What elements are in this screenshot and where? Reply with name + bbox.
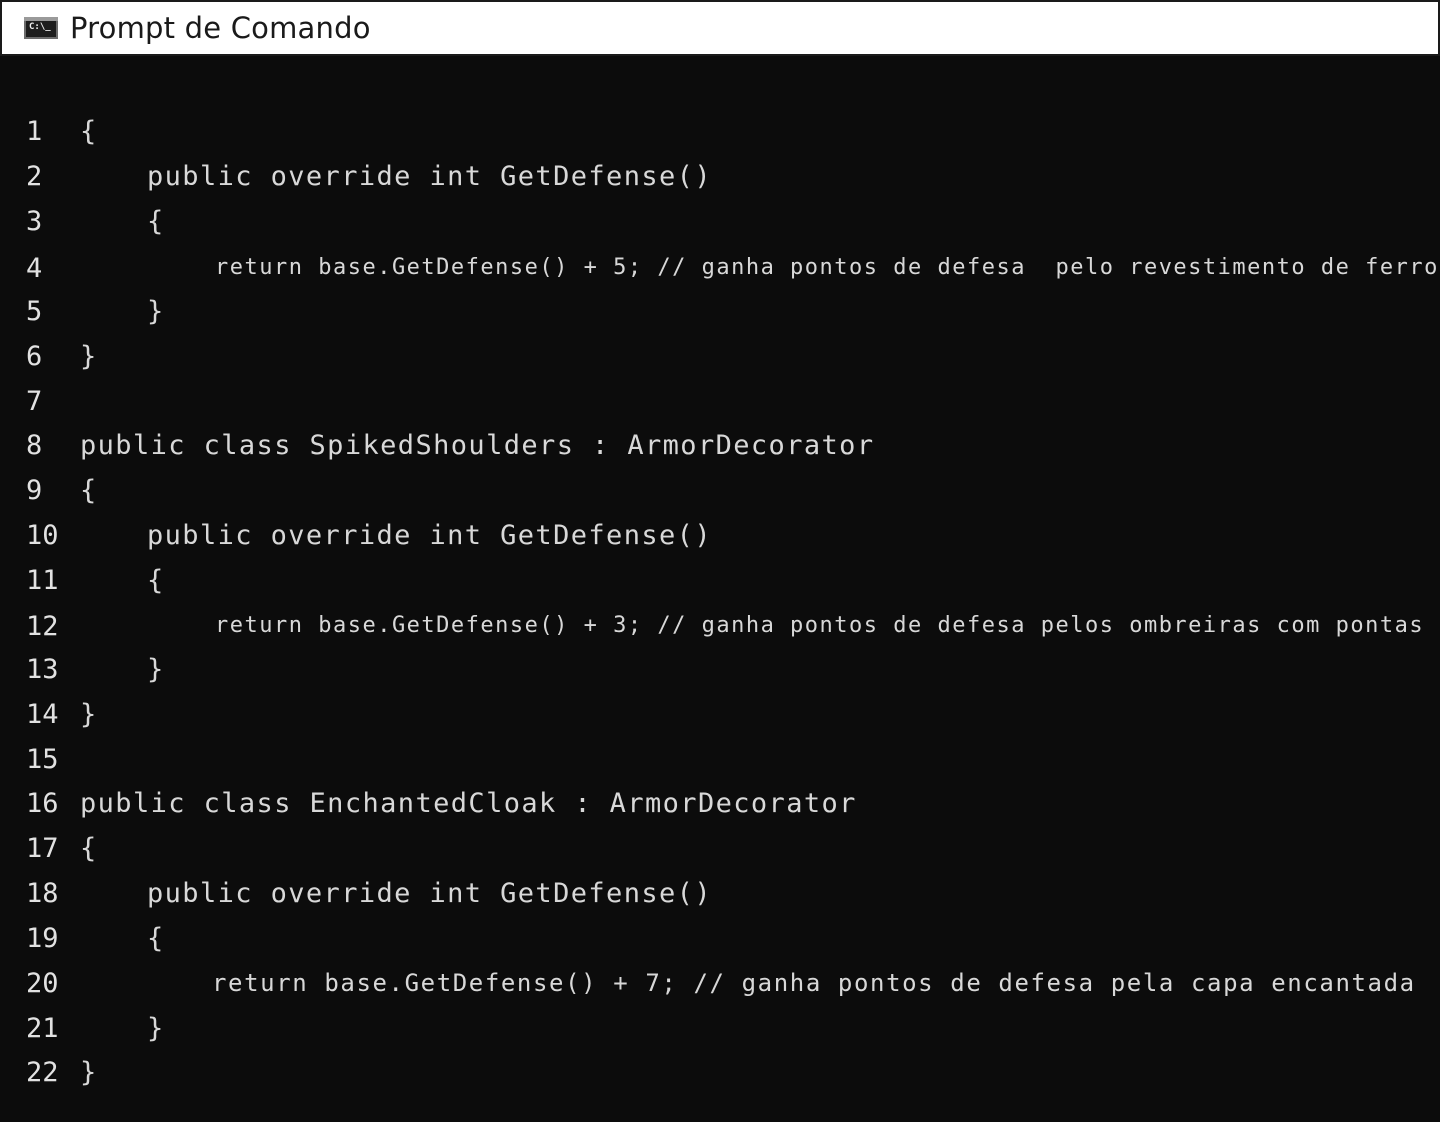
line-number: 14 (26, 699, 59, 730)
code-line: 19 { (0, 923, 1440, 967)
line-number: 6 (26, 341, 43, 372)
code-area[interactable]: 1 { 2 public override int GetDefense() 3… (0, 56, 1440, 1122)
title-bar[interactable]: C:\_ Prompt de Comando (0, 0, 1440, 56)
line-number: 3 (26, 206, 43, 237)
code-line: 18 public override int GetDefense() (0, 878, 1440, 922)
line-number: 19 (26, 923, 59, 954)
code-text: } (147, 654, 165, 685)
code-line: 14 } (0, 699, 1440, 743)
code-text: public class EnchantedCloak : ArmorDecor… (80, 788, 857, 819)
code-line: 7 (0, 386, 1440, 430)
code-line: 1 { (0, 116, 1440, 160)
code-line: 6 } (0, 341, 1440, 385)
line-number: 22 (26, 1057, 59, 1088)
code-line: 2 public override int GetDefense() (0, 161, 1440, 205)
line-number: 7 (26, 386, 43, 417)
line-number: 21 (26, 1013, 59, 1044)
code-text: } (80, 341, 98, 372)
code-text: { (80, 475, 98, 506)
code-text: return base.GetDefense() + 7; // ganha p… (212, 969, 1416, 997)
line-number: 17 (26, 833, 59, 864)
code-text: { (147, 206, 165, 237)
line-number: 16 (26, 788, 59, 819)
code-text: } (147, 296, 165, 327)
code-line: 15 (0, 744, 1440, 788)
code-line: 12 return base.GetDefense() + 3; // ganh… (0, 611, 1440, 655)
code-text: return base.GetDefense() + 3; // ganha p… (215, 613, 1425, 638)
code-text: { (147, 923, 165, 954)
code-text: } (80, 699, 98, 730)
terminal-icon: C:\_ (24, 17, 58, 39)
code-line: 16 public class EnchantedCloak : ArmorDe… (0, 788, 1440, 832)
line-number: 11 (26, 565, 59, 596)
code-line: 17 { (0, 833, 1440, 877)
code-line: 11 { (0, 565, 1440, 609)
code-text: public override int GetDefense() (147, 161, 712, 192)
line-number: 2 (26, 161, 43, 192)
line-number: 20 (26, 968, 59, 999)
command-prompt-window: C:\_ Prompt de Comando 1 { 2 public over… (0, 0, 1440, 1122)
code-text: } (80, 1057, 98, 1088)
code-text: } (147, 1013, 165, 1044)
code-line: 20 return base.GetDefense() + 7; // ganh… (0, 968, 1440, 1012)
code-line: 10 public override int GetDefense() (0, 520, 1440, 564)
code-line: 8 public class SpikedShoulders : ArmorDe… (0, 430, 1440, 474)
code-line: 13 } (0, 654, 1440, 698)
line-number: 9 (26, 475, 43, 506)
code-text: return base.GetDefense() + 5; // ganha p… (215, 255, 1439, 280)
line-number: 8 (26, 430, 43, 461)
code-text: { (147, 565, 165, 596)
line-number: 5 (26, 296, 43, 327)
line-number: 4 (26, 253, 43, 284)
line-number: 13 (26, 654, 59, 685)
code-text: public override int GetDefense() (147, 520, 712, 551)
code-line: 4 return base.GetDefense() + 5; // ganha… (0, 253, 1440, 297)
window-title: Prompt de Comando (70, 11, 371, 45)
code-line: 5 } (0, 296, 1440, 340)
code-text: public override int GetDefense() (147, 878, 712, 909)
code-line: 9 { (0, 475, 1440, 519)
line-number: 10 (26, 520, 59, 551)
code-text: { (80, 116, 98, 147)
code-line: 22 } (0, 1057, 1440, 1101)
line-number: 18 (26, 878, 59, 909)
code-text: { (80, 833, 98, 864)
code-line: 3 { (0, 206, 1440, 250)
line-number: 15 (26, 744, 59, 775)
code-text: public class SpikedShoulders : ArmorDeco… (80, 430, 875, 461)
line-number: 12 (26, 611, 59, 642)
line-number: 1 (26, 116, 43, 147)
code-line: 21 } (0, 1013, 1440, 1057)
